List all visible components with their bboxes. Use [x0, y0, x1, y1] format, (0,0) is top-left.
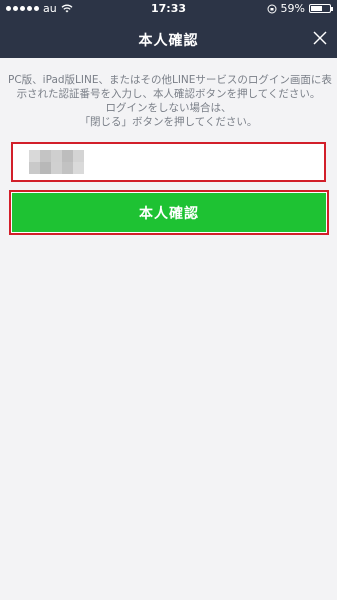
- page-title: 本人確認: [138, 33, 199, 49]
- app-header: au 17:33 59% 本人確認: [0, 0, 337, 58]
- blurred-code-value: [29, 150, 84, 174]
- confirm-button[interactable]: 本人確認: [9, 190, 329, 235]
- confirm-button-label: 本人確認: [12, 193, 326, 232]
- status-right: 59%: [267, 2, 333, 15]
- verification-code-input[interactable]: [11, 142, 326, 182]
- battery-percent: 59%: [280, 2, 305, 15]
- instruction-line: 「閉じる」ボタンを押してください。: [79, 116, 258, 128]
- instruction-line: PC版、iPad版LINE、またはその他LINEサービスのログイン画面に表: [8, 74, 332, 86]
- orientation-lock-icon: [267, 4, 277, 13]
- instruction-text: PC版、iPad版LINE、またはその他LINEサービスのログイン画面に表 示さ…: [8, 73, 332, 129]
- instruction-line: 示された認証番号を入力し、本人確認ボタンを押してください。: [16, 88, 321, 100]
- battery-level: [311, 6, 322, 11]
- status-bar: au 17:33 59%: [0, 0, 337, 18]
- close-icon[interactable]: [312, 30, 328, 46]
- instruction-line: ログインをしない場合は、: [105, 102, 232, 114]
- battery-icon: [309, 4, 333, 13]
